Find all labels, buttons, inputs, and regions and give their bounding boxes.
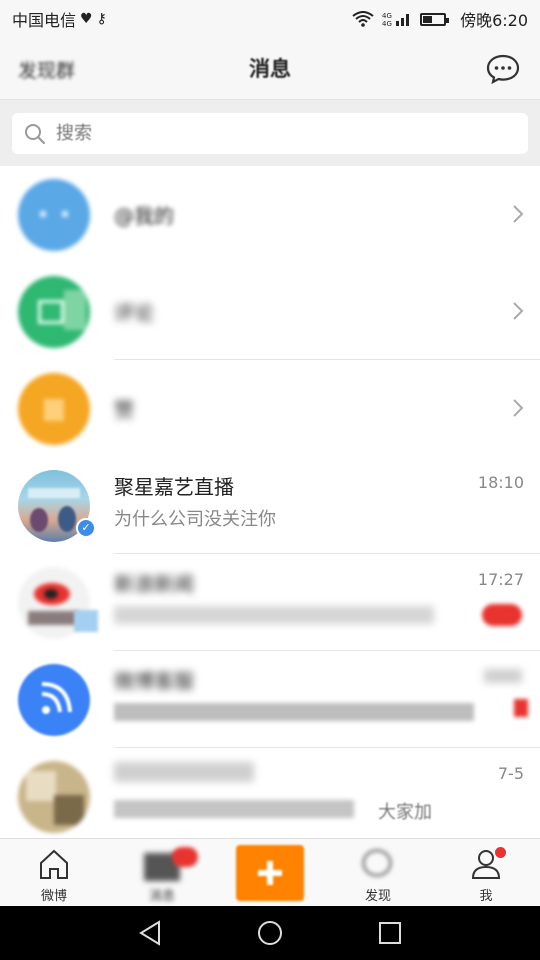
notification-dot: [495, 847, 506, 858]
system-navigation-bar: [0, 906, 540, 960]
verified-badge: ✓: [76, 518, 96, 538]
list-item-conversation[interactable]: ✓ 聚星嘉艺直播 为什么公司没关注你 18:10: [0, 457, 540, 554]
tab-discover[interactable]: 发现: [324, 839, 432, 907]
compose-chat-icon[interactable]: [486, 54, 520, 84]
row-title: 微博客服: [114, 669, 194, 693]
tab-label: 微博: [40, 889, 67, 904]
row-title: 新浪新闻: [114, 572, 194, 596]
row-subtitle: [114, 606, 434, 624]
avatar: [18, 664, 90, 736]
row-time: 18:10: [477, 473, 524, 492]
row-subtitle: 为什么公司没关注你: [114, 509, 276, 530]
list-item-mentions[interactable]: @我的: [0, 166, 540, 263]
list-item-conversation[interactable]: 微博客服: [0, 651, 540, 748]
row-time: 17:27: [477, 570, 524, 589]
tab-profile[interactable]: 我: [432, 839, 540, 907]
verified-badge: [74, 610, 98, 632]
tab-bar: 微博 消息 发现 我: [0, 838, 540, 906]
row-title: 赞: [114, 398, 134, 422]
row-time: 7-5: [497, 764, 524, 783]
wifi-icon: [352, 11, 374, 27]
home-button-icon[interactable]: [257, 920, 283, 946]
tab-label: 我: [479, 889, 493, 904]
heart-icon: ♥: [80, 11, 93, 27]
svg-text:4G: 4G: [382, 12, 392, 20]
search-input[interactable]: [56, 123, 496, 144]
unread-badge: [482, 604, 522, 626]
unread-dot: [172, 847, 198, 867]
feed-icon: [41, 682, 72, 714]
signal-icon: 4G 4G: [382, 12, 410, 27]
key-icon: ⚷: [96, 11, 107, 27]
battery-icon: [420, 12, 450, 26]
avatar: [18, 373, 90, 445]
status-bar: 中国电信 ♥ ⚷ 4G 4G 傍晚6:20: [0, 0, 540, 38]
row-subtitle: 大家加: [378, 802, 432, 823]
search-icon: [25, 123, 46, 144]
search-box[interactable]: [12, 113, 528, 154]
chevron-right-icon: [513, 302, 524, 320]
clock: 傍晚6:20: [460, 11, 528, 30]
unread-badge: [514, 699, 528, 717]
chevron-right-icon: [513, 399, 524, 417]
compose-post-button[interactable]: [236, 845, 304, 901]
header: 发现群 消息: [0, 38, 540, 100]
tab-label: 发现: [364, 889, 391, 904]
tab-messages[interactable]: 消息: [108, 839, 216, 907]
recent-apps-icon[interactable]: [377, 920, 403, 946]
row-subtitle-blurred: [114, 800, 354, 818]
avatar: [18, 761, 90, 833]
row-title: 评论: [114, 301, 154, 325]
carrier-label: 中国电信: [12, 11, 77, 30]
tab-home[interactable]: 微博: [0, 839, 108, 907]
avatar: [18, 179, 90, 251]
row-title: @我的: [114, 204, 174, 228]
home-icon: [40, 849, 68, 879]
row-time: [484, 669, 522, 683]
avatar: [18, 276, 90, 348]
page-title: 消息: [249, 57, 291, 81]
svg-text:4G: 4G: [382, 20, 392, 27]
message-list: @我的 评论 赞 ✓ 聚星嘉艺直播 为什么公司没关注你 18:10 新浪新闻 1…: [0, 166, 540, 845]
list-item-conversation[interactable]: 大家加 7-5: [0, 748, 540, 845]
back-icon[interactable]: [137, 920, 163, 946]
list-item-comments[interactable]: 评论: [0, 263, 540, 360]
list-item-conversation[interactable]: 新浪新闻 17:27: [0, 554, 540, 651]
row-subtitle: [114, 703, 474, 721]
search-area: [0, 100, 540, 166]
tab-label: 消息: [148, 889, 175, 904]
row-title: [114, 762, 254, 782]
row-title: 聚星嘉艺直播: [114, 475, 234, 499]
list-item-likes[interactable]: 赞: [0, 360, 540, 457]
discover-icon: [362, 849, 392, 877]
chevron-right-icon: [513, 205, 524, 223]
